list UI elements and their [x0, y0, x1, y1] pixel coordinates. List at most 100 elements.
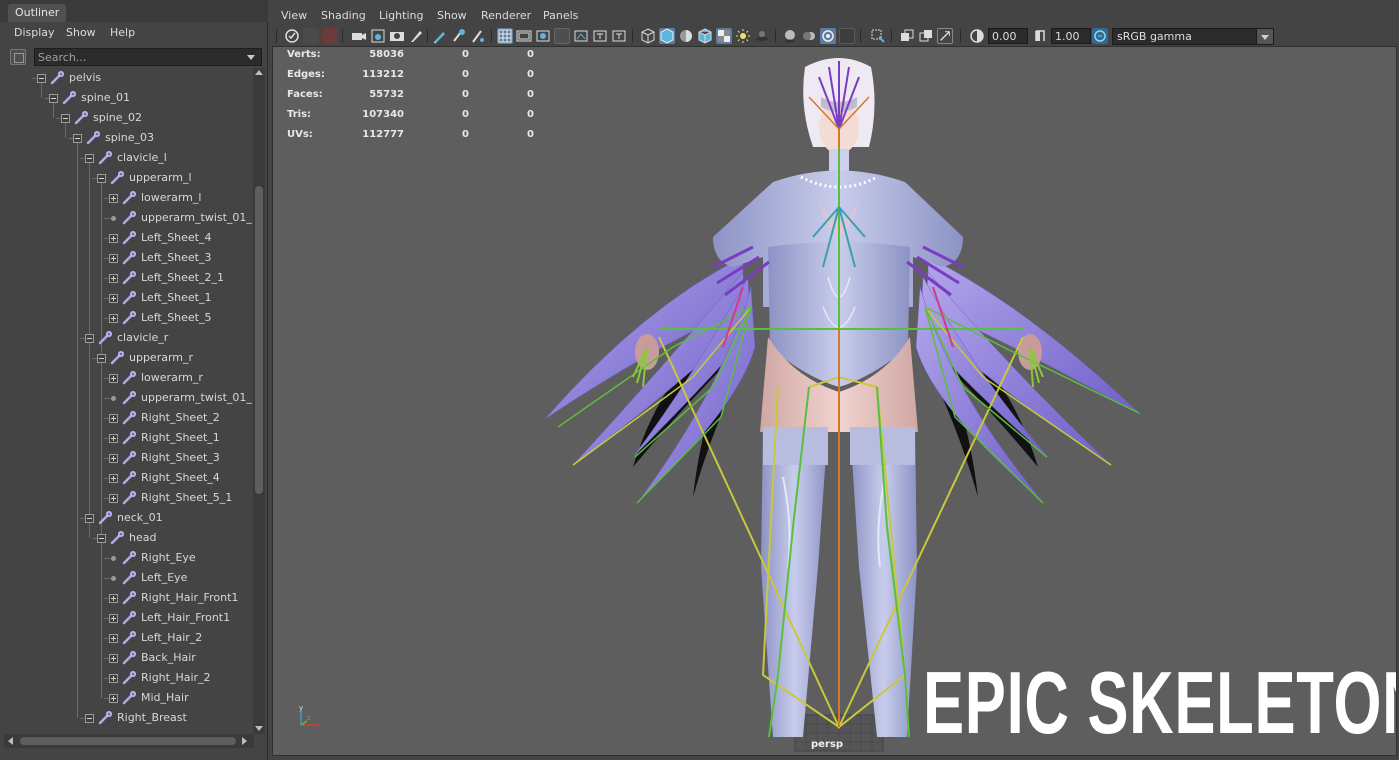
image-plane-icon[interactable]: [370, 28, 386, 44]
scene-canvas[interactable]: [273, 47, 1397, 756]
gamma-icon[interactable]: [1032, 28, 1048, 44]
scroll-left-icon[interactable]: [8, 737, 13, 745]
textured-icon[interactable]: [716, 28, 732, 44]
expand-icon[interactable]: [109, 474, 118, 483]
scroll-right-icon[interactable]: [242, 737, 247, 745]
tree-row[interactable]: Left_Sheet_5: [4, 308, 252, 328]
gamma-field[interactable]: [1051, 28, 1091, 44]
safe-action-icon[interactable]: [592, 28, 608, 44]
lock-camera-icon[interactable]: [303, 28, 319, 44]
tree-row[interactable]: Right_Sheet_5_1: [4, 488, 252, 508]
tree-row[interactable]: head: [4, 528, 252, 548]
outliner-tab[interactable]: Outliner: [8, 4, 67, 22]
expand-icon[interactable]: [109, 454, 118, 463]
collapse-icon[interactable]: [85, 714, 94, 723]
outliner-horizontal-scrollbar[interactable]: [4, 734, 254, 748]
resolution-gate-icon[interactable]: [535, 28, 551, 44]
expand-icon[interactable]: [109, 314, 118, 323]
expand-icon[interactable]: [109, 234, 118, 243]
isolate-select-icon[interactable]: [870, 28, 886, 44]
color-space-dropdown[interactable]: sRGB gamma: [1112, 28, 1259, 45]
tree-row[interactable]: Left_Eye: [4, 568, 252, 588]
tree-row[interactable]: upperarm_r: [4, 348, 252, 368]
tree-row[interactable]: Right_Sheet_3: [4, 448, 252, 468]
exposure-icon[interactable]: [969, 28, 985, 44]
expand-icon[interactable]: [109, 654, 118, 663]
collapse-icon[interactable]: [97, 534, 106, 543]
tree-row[interactable]: Left_Hair_2: [4, 628, 252, 648]
tree-row[interactable]: clavicle_l: [4, 148, 252, 168]
pencil-icon[interactable]: [432, 28, 448, 44]
collapse-icon[interactable]: [61, 114, 70, 123]
expand-icon[interactable]: [109, 674, 118, 683]
scrollbar-thumb[interactable]: [20, 737, 236, 745]
collapse-icon[interactable]: [49, 94, 58, 103]
tree-row[interactable]: neck_01: [4, 508, 252, 528]
two-d-pan-zoom-icon[interactable]: [389, 28, 405, 44]
menu-display[interactable]: Display: [14, 26, 55, 39]
smooth-shade-icon[interactable]: [659, 28, 675, 44]
expand-icon[interactable]: [109, 254, 118, 263]
brush-icon[interactable]: [470, 28, 486, 44]
collapse-icon[interactable]: [85, 154, 94, 163]
expand-icon[interactable]: [109, 414, 118, 423]
depth-of-field-icon[interactable]: [839, 28, 855, 44]
scroll-down-icon[interactable]: [255, 726, 263, 731]
ambient-occlusion-icon[interactable]: [782, 28, 798, 44]
expand-icon[interactable]: [109, 274, 118, 283]
tree-row[interactable]: upperarm_twist_01_r: [4, 388, 252, 408]
tree-row[interactable]: upperarm_twist_01_l: [4, 208, 252, 228]
shadows-icon[interactable]: [754, 28, 770, 44]
xray-icon[interactable]: [899, 28, 915, 44]
tree-row[interactable]: spine_02: [4, 108, 252, 128]
3d-viewport[interactable]: Verts: 58036 0 0 Edges: 113212 0 0 Faces: 55732 0 0…: [272, 46, 1397, 756]
wireframe-icon[interactable]: [640, 28, 656, 44]
collapse-icon[interactable]: [73, 134, 82, 143]
field-chart-icon[interactable]: [573, 28, 589, 44]
collapse-icon[interactable]: [97, 174, 106, 183]
filter-icon[interactable]: [10, 49, 26, 65]
tree-row[interactable]: lowerarm_l: [4, 188, 252, 208]
lighting-icon[interactable]: [735, 28, 751, 44]
tree-row[interactable]: Right_Eye: [4, 548, 252, 568]
film-gate-icon[interactable]: [516, 28, 532, 44]
tree-row[interactable]: Left_Sheet_3: [4, 248, 252, 268]
tree-row[interactable]: Right_Sheet_4: [4, 468, 252, 488]
tree-row[interactable]: spine_03: [4, 128, 252, 148]
xray-active-components-icon[interactable]: [918, 28, 934, 44]
expand-icon[interactable]: [109, 374, 118, 383]
tree-row[interactable]: Right_Breast: [4, 708, 252, 728]
tree-row[interactable]: Back_Hair: [4, 648, 252, 668]
expand-icon[interactable]: [109, 294, 118, 303]
tree-row[interactable]: Left_Sheet_1: [4, 288, 252, 308]
expand-icon[interactable]: [109, 194, 118, 203]
select-camera-icon[interactable]: [284, 28, 300, 44]
camera-attributes-icon[interactable]: [351, 28, 367, 44]
menu-help[interactable]: Help: [110, 26, 135, 39]
tree-row[interactable]: upperarm_l: [4, 168, 252, 188]
menu-panels[interactable]: Panels: [543, 9, 578, 22]
search-input[interactable]: [34, 48, 262, 66]
chevron-down-icon[interactable]: [247, 55, 255, 60]
pick-walk-icon[interactable]: [451, 28, 467, 44]
expand-icon[interactable]: [109, 614, 118, 623]
collapse-icon[interactable]: [97, 354, 106, 363]
menu-show[interactable]: Show: [66, 26, 96, 39]
exposure-field[interactable]: [988, 28, 1028, 44]
safe-title-icon[interactable]: [611, 28, 627, 44]
tree-row[interactable]: Left_Hair_Front1: [4, 608, 252, 628]
tree-row[interactable]: Right_Sheet_2: [4, 408, 252, 428]
menu-shading[interactable]: Shading: [321, 9, 366, 22]
menu-lighting[interactable]: Lighting: [379, 9, 423, 22]
default-material-icon[interactable]: [678, 28, 694, 44]
expand-icon[interactable]: [109, 694, 118, 703]
tree-row[interactable]: lowerarm_r: [4, 368, 252, 388]
scroll-up-icon[interactable]: [255, 70, 263, 75]
wireframe-on-shaded-icon[interactable]: [697, 28, 713, 44]
tree-row[interactable]: Left_Sheet_4: [4, 228, 252, 248]
grid-icon[interactable]: [497, 28, 513, 44]
collapse-icon[interactable]: [37, 74, 46, 83]
tree-row[interactable]: Right_Hair_2: [4, 668, 252, 688]
motion-blur-icon[interactable]: [801, 28, 817, 44]
bookmark-camera-icon[interactable]: [322, 28, 338, 44]
